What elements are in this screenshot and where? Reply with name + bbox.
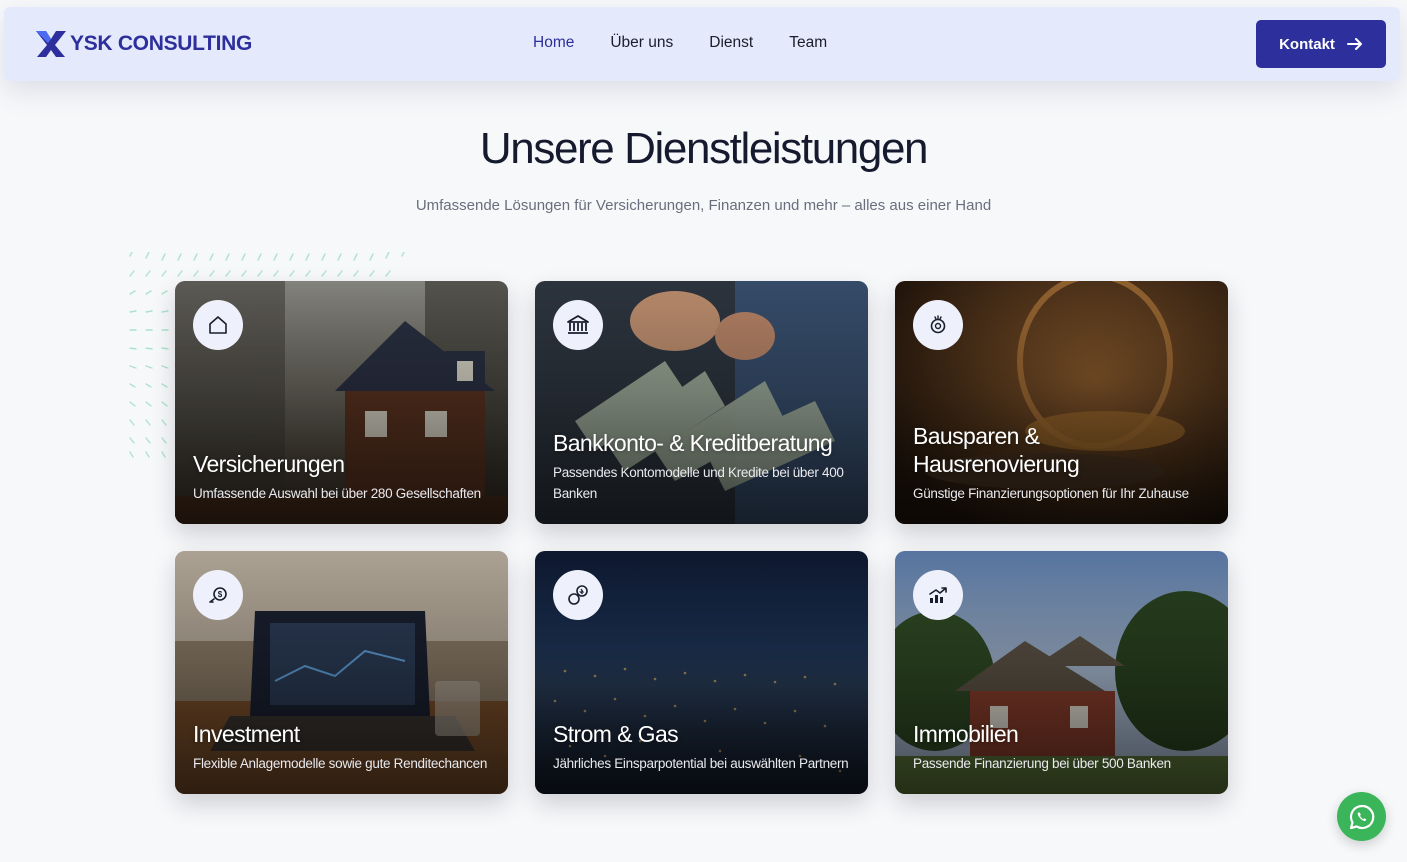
investment-icon: $ [193,570,243,620]
card-description: Jährliches Einsparpotential bei auswählt… [553,756,849,771]
card-text: Strom & Gas Jährliches Einsparpotential … [553,720,850,774]
energy-icon [553,570,603,620]
service-card-real-estate[interactable]: Immobilien Passende Finanzierung bei übe… [895,551,1228,794]
main-nav: Home Über uns Dienst Team [533,34,863,52]
card-title: Bausparen & Hausrenovierung [913,423,1080,477]
brand-name: YSK CONSULTING [70,32,253,55]
card-description: Umfassende Auswahl bei über 280 Gesellsc… [193,486,481,501]
piggy-bank-icon [913,300,963,350]
nav-home[interactable]: Home [533,34,574,52]
chart-icon [913,570,963,620]
card-text: Bankkonto- & Kreditberatung Passendes Ko… [553,429,850,504]
section-title: Unsere Dienstleistungen [479,124,929,173]
card-title: Bankkonto- & Kreditberatung [553,430,833,456]
arrow-right-icon [1346,38,1362,50]
service-card-banking[interactable]: Bankkonto- & Kreditberatung Passendes Ko… [535,281,868,524]
bank-icon [553,300,603,350]
home-icon [193,300,243,350]
navbar: YSK CONSULTING Home Über uns Dienst Team… [4,7,1400,81]
card-description: Passende Finanzierung bei über 500 Banke… [913,756,1171,771]
section-subtitle: Umfassende Lösungen für Versicherungen, … [415,197,992,214]
nav-about[interactable]: Über uns [610,34,673,52]
card-description: Passendes Kontomodelle und Kredite bei ü… [553,465,844,501]
logo-mark-icon [36,31,66,57]
nav-team[interactable]: Team [789,34,827,52]
card-title: Immobilien [913,721,1019,747]
brand-logo[interactable]: YSK CONSULTING [34,29,252,59]
service-card-investment[interactable]: $ Investment Flexible Anlagemodelle sowi… [175,551,508,794]
card-text: Immobilien Passende Finanzierung bei übe… [913,720,1210,774]
card-title: Versicherungen [193,451,345,477]
card-text: Versicherungen Umfassende Auswahl bei üb… [193,450,490,504]
card-title: Investment [193,721,300,747]
card-text: Bausparen & Hausrenovierung Günstige Fin… [913,422,1210,504]
card-title: Strom & Gas [553,721,679,747]
whatsapp-button[interactable] [1337,792,1386,841]
contact-button[interactable]: Kontakt [1256,20,1386,68]
card-text: Investment Flexible Anlagemodelle sowie … [193,720,490,774]
contact-button-label: Kontakt [1279,35,1335,53]
service-card-savings[interactable]: Bausparen & Hausrenovierung Günstige Fin… [895,281,1228,524]
whatsapp-icon [1349,804,1374,829]
nav-service[interactable]: Dienst [709,34,753,52]
card-description: Flexible Anlagemodelle sowie gute Rendit… [193,756,488,771]
service-card-energy[interactable]: Strom & Gas Jährliches Einsparpotential … [535,551,868,794]
svg-text:$: $ [218,590,223,599]
service-card-insurance[interactable]: Versicherungen Umfassende Auswahl bei üb… [175,281,508,524]
card-description: Günstige Finanzierungsoptionen für Ihr Z… [913,486,1189,501]
